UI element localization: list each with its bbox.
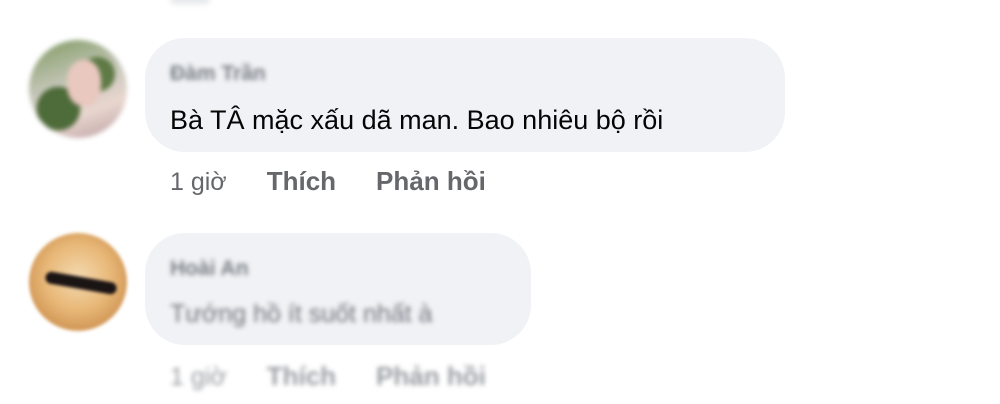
avatar[interactable] bbox=[29, 233, 127, 331]
avatar-detail bbox=[44, 270, 118, 296]
comment-bubble: Hoài An Tướng hồ ít suốt nhất à bbox=[145, 233, 531, 345]
comment-timestamp[interactable]: 1 giờ bbox=[170, 168, 227, 197]
reply-button[interactable]: Phản hồi bbox=[376, 166, 486, 197]
avatar[interactable] bbox=[29, 40, 127, 138]
comment-thread: Đàm Trần Bà TÂ mặc xấu dã man. Bao nhiêu… bbox=[0, 0, 1000, 404]
comment-text: Tướng hồ ít suốt nhất à bbox=[170, 300, 433, 328]
comment-timestamp[interactable]: 1 giờ bbox=[170, 363, 227, 392]
comment-text: Bà TÂ mặc xấu dã man. Bao nhiêu bộ rồi bbox=[170, 105, 664, 135]
like-button[interactable]: Thích bbox=[267, 166, 336, 197]
previous-comment-fragment bbox=[170, 0, 210, 4]
like-button[interactable]: Thích bbox=[267, 361, 336, 392]
comment-actions: 1 giờ Thích Phản hồi bbox=[170, 166, 526, 197]
comment-author[interactable]: Đàm Trần bbox=[170, 62, 266, 86]
reply-button[interactable]: Phản hồi bbox=[376, 361, 486, 392]
avatar-face bbox=[67, 60, 101, 106]
comment-actions: 1 giờ Thích Phản hồi bbox=[170, 361, 526, 392]
comment-author[interactable]: Hoài An bbox=[170, 257, 249, 281]
comment-bubble: Đàm Trần Bà TÂ mặc xấu dã man. Bao nhiêu… bbox=[145, 38, 785, 152]
